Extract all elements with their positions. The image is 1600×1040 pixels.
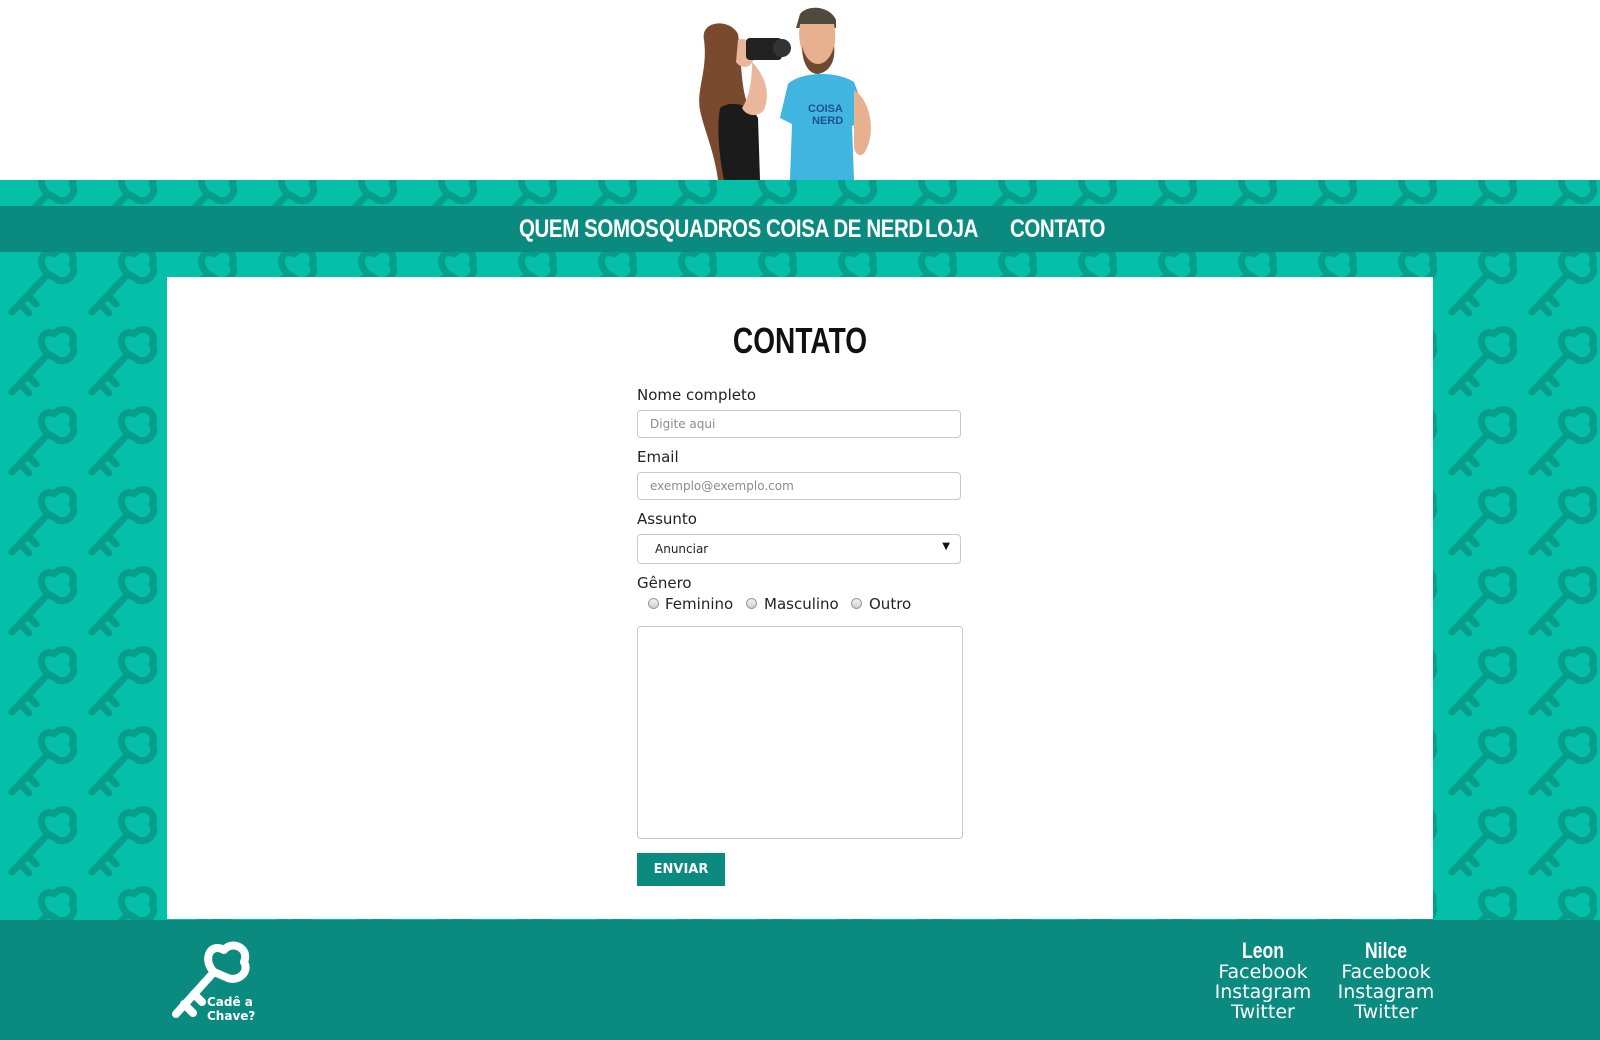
gender-radio-masculino[interactable] bbox=[746, 598, 757, 609]
email-label: Email bbox=[637, 448, 679, 466]
nav-item-quem-somos[interactable]: QUEM SOMOS bbox=[519, 206, 659, 252]
name-label: Nome completo bbox=[637, 386, 757, 404]
gender-option-masculino: Masculino bbox=[764, 595, 839, 613]
nilce-instagram-link[interactable]: Instagram bbox=[1326, 982, 1446, 1002]
nav-item-contato[interactable]: CONTATO bbox=[1010, 206, 1105, 252]
gender-label: Gênero bbox=[637, 574, 692, 592]
nilce-facebook-link[interactable]: Facebook bbox=[1326, 962, 1446, 982]
submit-button[interactable]: ENVIAR bbox=[637, 853, 725, 886]
main-nav: QUEM SOMOS QUADROS COISA DE NERD LOJA CO… bbox=[0, 206, 1600, 252]
nilce-twitter-link[interactable]: Twitter bbox=[1326, 1002, 1446, 1022]
subject-select-value: Anunciar bbox=[655, 542, 709, 556]
leon-facebook-link[interactable]: Facebook bbox=[1203, 962, 1323, 982]
hero-banner: COISA NERD bbox=[0, 0, 1600, 180]
subject-select[interactable]: Anunciar ▼ bbox=[637, 534, 961, 564]
page-title: CONTATO bbox=[732, 320, 868, 361]
footer-column-leon: Leon Facebook Instagram Twitter bbox=[1203, 938, 1323, 1023]
logo-text-line-1: Cadê a bbox=[207, 995, 253, 1009]
message-textarea[interactable] bbox=[637, 626, 963, 839]
leon-twitter-link[interactable]: Twitter bbox=[1203, 1002, 1323, 1022]
dropdown-arrow-icon: ▼ bbox=[942, 541, 950, 552]
gender-radio-outro[interactable] bbox=[851, 598, 862, 609]
name-input[interactable] bbox=[637, 410, 961, 438]
nav-item-coisa-de-nerd[interactable]: COISA DE NERD bbox=[766, 206, 923, 252]
subject-label: Assunto bbox=[637, 510, 697, 528]
footer-name-nilce: Nilce bbox=[1364, 938, 1408, 963]
hosts-illustration: COISA NERD bbox=[699, 7, 871, 180]
gender-option-outro: Outro bbox=[869, 595, 912, 613]
email-input[interactable] bbox=[637, 472, 961, 500]
nav-item-quadros[interactable]: QUADROS bbox=[659, 206, 761, 252]
gender-radio-feminino[interactable] bbox=[648, 598, 659, 609]
leon-instagram-link[interactable]: Instagram bbox=[1203, 982, 1323, 1002]
footer-name-leon: Leon bbox=[1241, 938, 1285, 963]
logo-text-line-2: Chave? bbox=[207, 1009, 256, 1023]
gender-option-feminino: Feminino bbox=[665, 595, 734, 613]
footer-column-nilce: Nilce Facebook Instagram Twitter bbox=[1326, 938, 1446, 1023]
logo-text: Cadê a Chave? bbox=[207, 995, 255, 1023]
nav-item-loja[interactable]: LOJA bbox=[925, 206, 978, 252]
svg-text:COISA: COISA bbox=[808, 103, 843, 115]
svg-text:NERD: NERD bbox=[812, 115, 843, 127]
